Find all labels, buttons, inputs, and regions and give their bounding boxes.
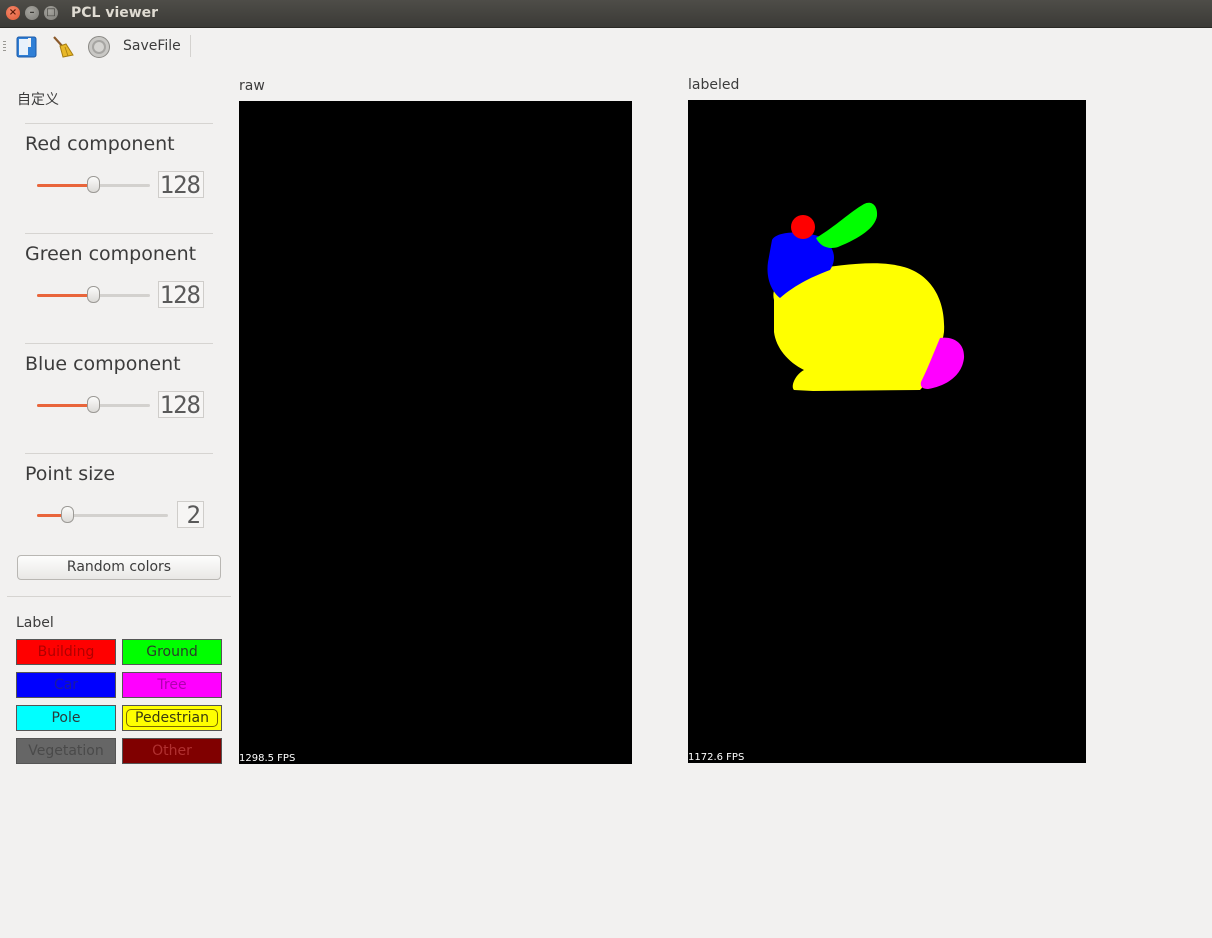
toolbar-grip[interactable] [3, 41, 6, 51]
raw-viewer-title: raw [239, 78, 265, 94]
toolbar-separator [190, 35, 191, 57]
slider-handle[interactable] [87, 176, 100, 193]
label-button-tree[interactable]: Tree [122, 672, 222, 698]
label-button-vegetation[interactable]: Vegetation [16, 738, 116, 764]
random-colors-button[interactable]: Random colors [17, 555, 221, 580]
divider [25, 123, 213, 124]
divider [7, 596, 231, 597]
label-button-pedestrian[interactable]: Pedestrian [122, 705, 222, 731]
window-title: PCL viewer [71, 5, 159, 21]
broom-clear-icon[interactable] [51, 35, 75, 59]
custom-group-title: 自定义 [17, 92, 59, 108]
label-button-pole[interactable]: Pole [16, 705, 116, 731]
labeled-viewer-title: labeled [688, 77, 740, 93]
bunny-ear-green-segment [816, 202, 878, 248]
green-component-title: Green component [25, 243, 197, 265]
label-button-ground[interactable]: Ground [122, 639, 222, 665]
label-button-car[interactable]: Car [16, 672, 116, 698]
labeled-bunny-cloud [767, 202, 965, 391]
save-file-button[interactable]: SaveFile [123, 38, 181, 54]
label-button-building[interactable]: Building [16, 639, 116, 665]
divider [25, 233, 213, 234]
point-size-slider[interactable] [37, 505, 168, 525]
slider-handle[interactable] [87, 396, 100, 413]
blue-component-title: Blue component [25, 353, 181, 375]
slider-handle[interactable] [87, 286, 100, 303]
green-value-display: 128 [158, 281, 204, 309]
close-window-button[interactable]: × [6, 6, 20, 20]
label-button-other[interactable]: Other [122, 738, 222, 764]
green-slider[interactable] [37, 285, 150, 305]
point-size-title: Point size [25, 463, 116, 485]
label-button-text: Pedestrian [126, 709, 218, 727]
label-group-title: Label [16, 615, 54, 631]
raw-point-cloud-viewer[interactable]: 1298.5 FPS [239, 101, 632, 764]
bunny-ear-red-segment [791, 215, 815, 239]
red-slider[interactable] [37, 175, 150, 195]
point-size-value-display: 2 [177, 501, 204, 529]
title-bar: × – □ PCL viewer [0, 0, 1212, 28]
raw-fps-counter: 1298.5 FPS [239, 753, 296, 764]
slider-handle[interactable] [61, 506, 74, 523]
minimize-window-button[interactable]: – [25, 6, 39, 20]
divider [25, 453, 213, 454]
divider [25, 343, 213, 344]
red-value-display: 128 [158, 171, 204, 199]
power-icon[interactable] [87, 35, 111, 59]
blue-value-display: 128 [158, 391, 204, 419]
blue-slider[interactable] [37, 395, 150, 415]
labeled-fps-counter: 1172.6 FPS [688, 752, 745, 763]
open-file-icon[interactable] [15, 35, 39, 59]
red-component-title: Red component [25, 133, 175, 155]
labeled-point-cloud-viewer[interactable]: 1172.6 FPS [688, 100, 1086, 763]
toolbar: SaveFile [0, 27, 1212, 65]
maximize-window-button[interactable]: □ [44, 6, 58, 20]
